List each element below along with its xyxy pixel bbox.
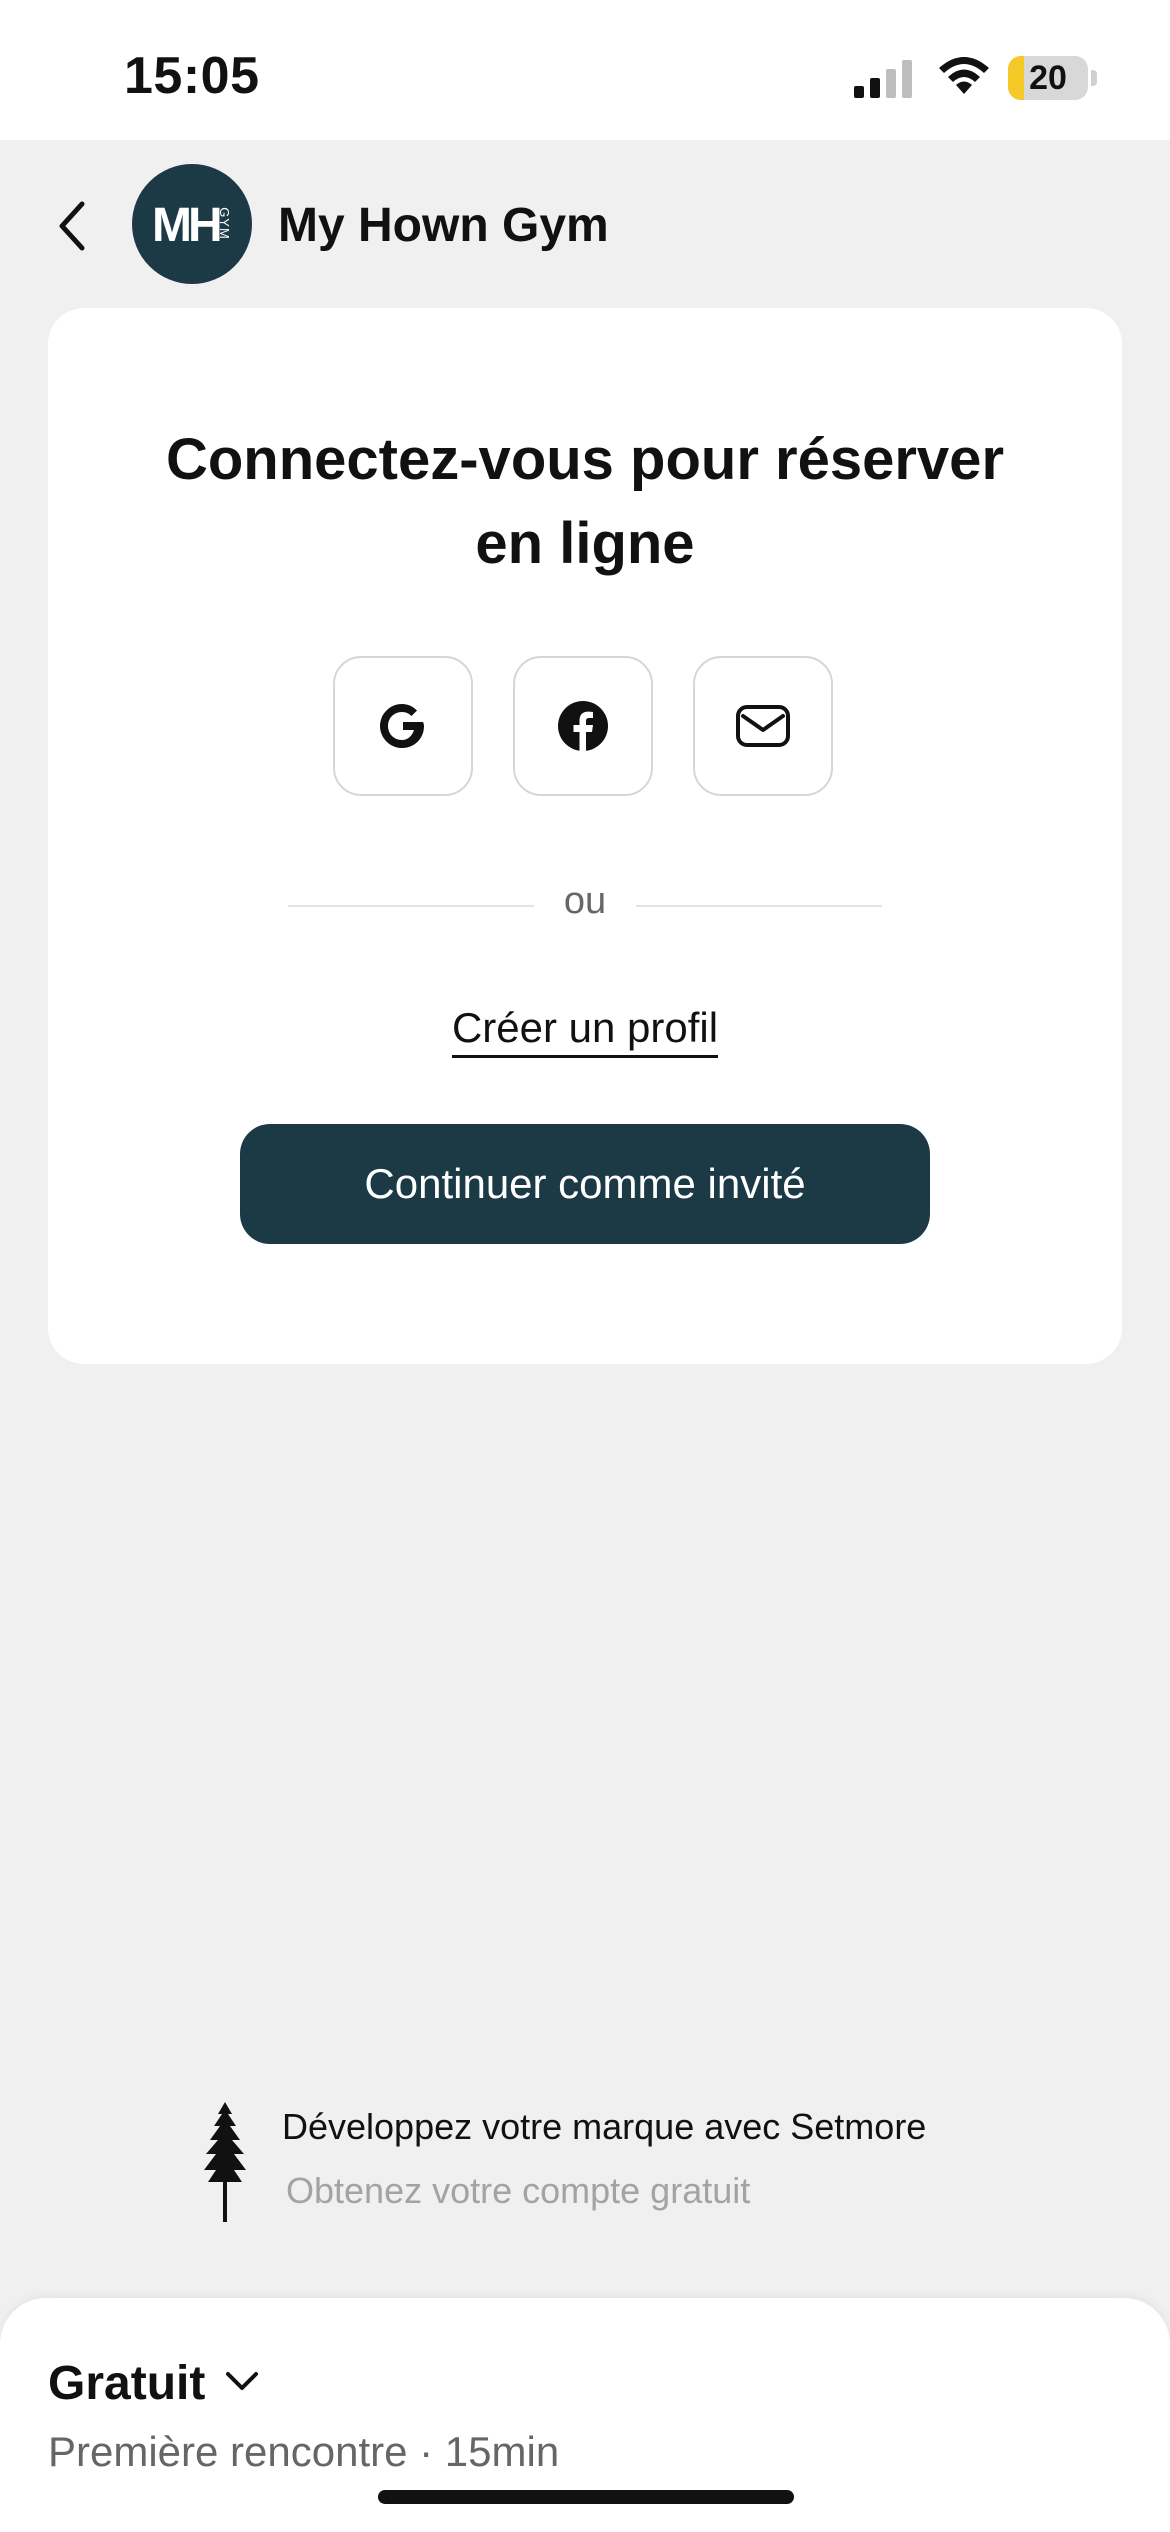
wifi-icon (939, 57, 989, 94)
business-name: My Hown Gym (278, 199, 609, 252)
setmore-promo[interactable]: Développez votre marque avec Setmore Obt… (200, 2092, 1000, 2222)
business-avatar: MH GYM (132, 164, 252, 284)
login-title: Connectez-vous pour réserver en ligne (165, 427, 1005, 576)
google-icon (380, 704, 424, 748)
cellular-signal-icon (854, 60, 912, 98)
google-login-button[interactable] (333, 656, 473, 796)
status-time: 15:05 (124, 47, 260, 105)
continue-as-guest-button[interactable]: Continuer comme invité (240, 1124, 930, 1244)
create-profile-label[interactable]: Créer un profil (451, 1004, 719, 1058)
email-login-button[interactable] (693, 656, 833, 796)
header: MH GYM My Hown Gym (0, 150, 1170, 300)
promo-link[interactable]: Obtenez votre compte gratuit (286, 2170, 750, 2212)
battery-cap (1091, 70, 1097, 86)
divider-text: ou (563, 880, 607, 922)
home-indicator (378, 2490, 794, 2504)
facebook-login-button[interactable] (513, 656, 653, 796)
service-info: Première rencontre · 15min (48, 2428, 560, 2475)
plan-label[interactable]: Gratuit (48, 2356, 205, 2411)
login-card: Connectez-vous pour réserver en ligne ou… (48, 308, 1122, 1364)
create-profile-link[interactable]: Créer un profil (48, 1004, 1122, 1058)
chevron-down-icon[interactable] (224, 2368, 260, 2396)
status-bar: 15:05 20 (0, 0, 1170, 140)
avatar-letters: MH (152, 199, 223, 252)
tree-icon (204, 2102, 246, 2222)
chevron-left-icon[interactable] (52, 200, 94, 252)
facebook-icon (558, 701, 608, 751)
promo-headline[interactable]: Développez votre marque avec Setmore (282, 2106, 926, 2148)
avatar-sub-label: GYM (216, 207, 232, 240)
mail-icon (736, 705, 790, 747)
battery-icon: 20 (1008, 56, 1088, 100)
battery-level: 20 (1029, 58, 1067, 97)
divider-line-right (636, 905, 882, 907)
